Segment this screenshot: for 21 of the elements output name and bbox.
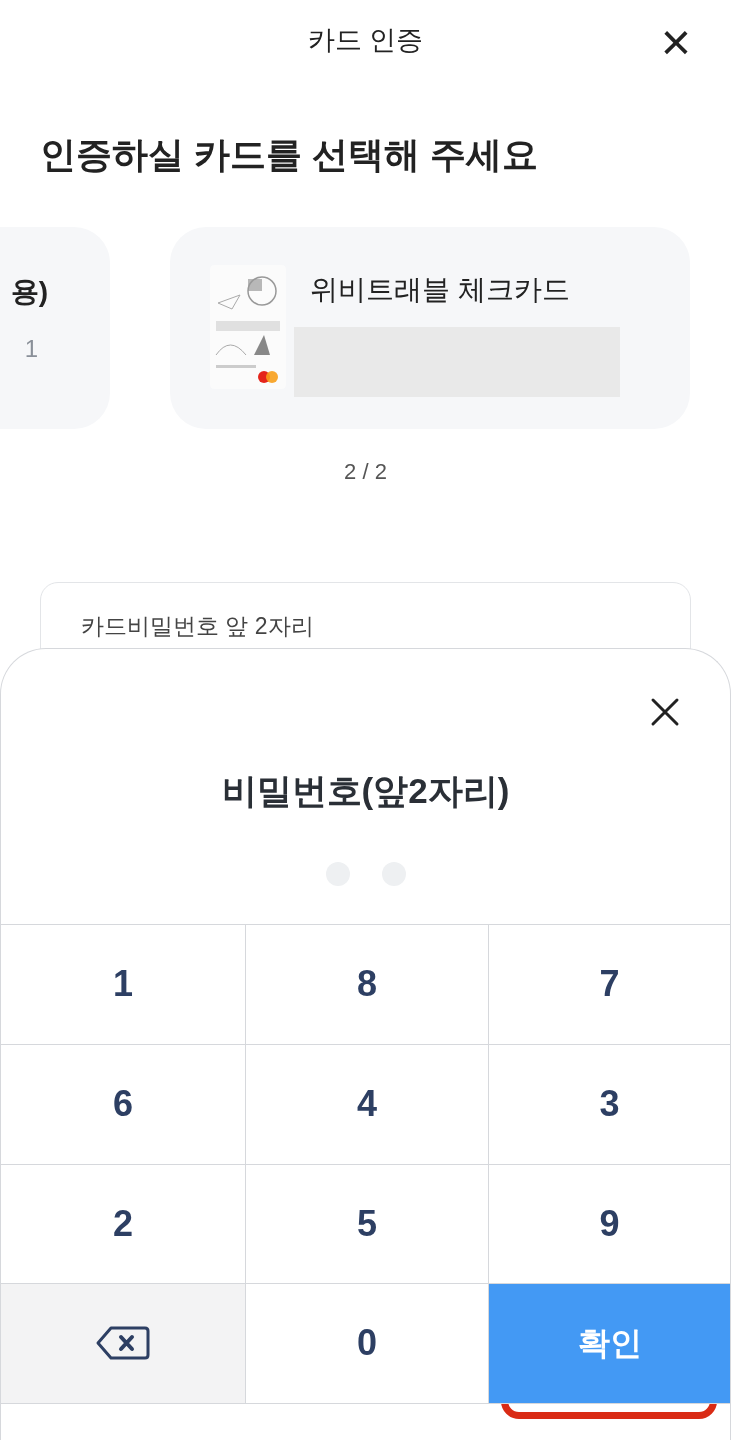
field-label: 카드비밀번호 앞 2자리 — [81, 612, 315, 641]
keypad-key[interactable]: 1 — [1, 924, 246, 1045]
card-option[interactable]: 용) 1 — [0, 227, 110, 429]
page-heading: 인증하실 카드를 선택해 주세요 — [40, 133, 539, 177]
card-option[interactable]: 위비트래블 체크카드 — [170, 227, 690, 429]
keypad-key[interactable]: 4 — [246, 1044, 489, 1165]
keypad-key[interactable]: 6 — [1, 1044, 246, 1165]
card-number: 1 — [24, 334, 38, 364]
keypad-key[interactable]: 5 — [246, 1164, 489, 1284]
backspace-icon — [95, 1325, 151, 1361]
close-button[interactable]: × — [660, 22, 691, 62]
card-name: 용) — [10, 275, 48, 309]
window-title: 카드 인증 — [307, 23, 424, 57]
card-name: 위비트래블 체크카드 — [310, 273, 571, 307]
sheet-title: 비밀번호(앞2자리) — [221, 770, 510, 812]
close-icon[interactable] — [650, 697, 680, 727]
page-indicator: 2 / 2 — [344, 458, 387, 486]
backspace-key[interactable] — [1, 1283, 246, 1404]
keypad-key[interactable]: 0 — [246, 1283, 489, 1404]
keypad-key[interactable]: 2 — [1, 1164, 246, 1284]
keypad-key[interactable]: 8 — [246, 924, 489, 1045]
